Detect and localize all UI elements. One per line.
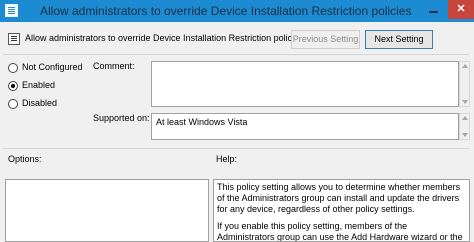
divider — [3, 148, 469, 149]
comment-scrollbar[interactable] — [459, 61, 470, 107]
window-title: Allow administrators to override Device … — [40, 4, 412, 18]
scroll-down-icon[interactable] — [462, 100, 468, 104]
close-button[interactable]: ✕ — [448, 0, 474, 19]
next-setting-button[interactable]: Next Setting — [365, 30, 433, 49]
scroll-up-icon[interactable] — [462, 116, 468, 120]
help-pane[interactable]: This policy setting allows you to determ… — [213, 179, 470, 242]
options-label: Options: — [8, 154, 42, 164]
radio-circle[interactable] — [8, 63, 18, 73]
help-paragraph: This policy setting allows you to determ… — [217, 182, 461, 214]
comment-label: Comment: — [93, 61, 135, 71]
radio-circle[interactable] — [8, 81, 18, 91]
divider — [3, 54, 469, 55]
radio-circle[interactable] — [8, 99, 18, 109]
previous-setting-button[interactable]: Previous Setting — [291, 30, 360, 49]
scroll-down-icon[interactable] — [462, 133, 468, 137]
help-label: Help: — [216, 154, 238, 164]
window-icon[interactable] — [5, 4, 18, 17]
radio-label[interactable]: Not Configured — [22, 62, 83, 72]
scroll-up-icon[interactable] — [462, 64, 468, 68]
help-paragraph: If you enable this policy setting, membe… — [217, 221, 463, 242]
policy-icon — [8, 33, 20, 45]
minimize-button[interactable] — [423, 2, 445, 19]
radio-label[interactable]: Enabled — [22, 80, 55, 90]
supported-scrollbar[interactable] — [459, 113, 470, 140]
supported-on-label: Supported on: — [93, 113, 150, 123]
policy-title: Allow administrators to override Device … — [25, 33, 304, 43]
supported-on-field: At least Windows Vista — [151, 113, 459, 140]
options-pane[interactable] — [5, 179, 209, 242]
radio-label[interactable]: Disabled — [22, 98, 57, 108]
policy-dialog: Allow administrators to override Device … — [0, 0, 474, 242]
title-bar: Allow administrators to override Device … — [0, 0, 474, 22]
comment-textarea[interactable] — [151, 61, 459, 107]
